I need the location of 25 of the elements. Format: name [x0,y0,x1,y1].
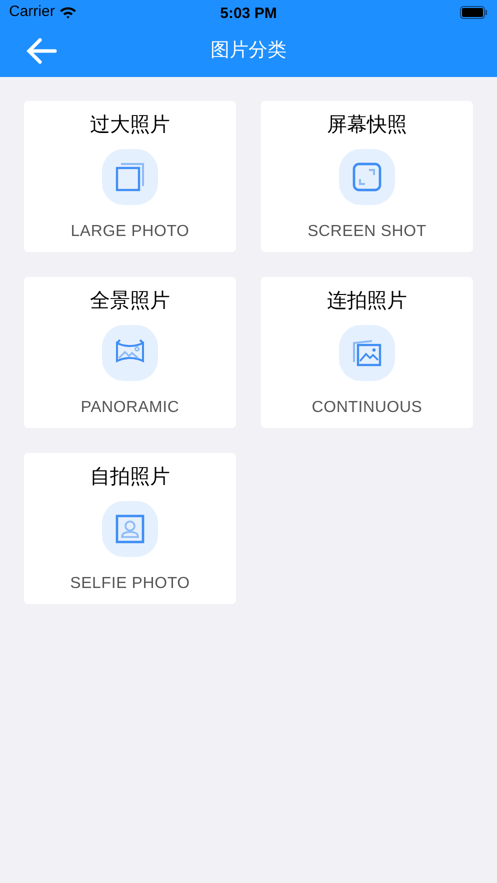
category-card[interactable]: 全景照片 PANORAMIC [24,277,236,428]
nav-title: 图片分类 [210,38,286,63]
category-subtitle: SELFIE PHOTO [70,574,190,594]
back-arrow-icon [25,37,57,65]
category-title: 自拍照片 [90,465,170,490]
category-subtitle: LARGE PHOTO [70,222,190,242]
portrait-frame-icon [113,512,147,546]
category-title: 连拍照片 [327,289,407,314]
category-subtitle: SCREEN SHOT [308,222,426,242]
category-subtitle: CONTINUOUS [312,398,422,418]
category-title: 全景照片 [90,289,170,314]
status-time: 5:03 PM [220,4,277,24]
back-button[interactable] [24,36,58,66]
category-card[interactable]: 屏幕快照 SCREEN SHOT [261,101,473,252]
category-card[interactable]: 自拍照片 SELFIE PHOTO [24,453,236,604]
battery-icon [460,6,488,19]
category-title: 过大照片 [90,113,170,138]
category-subtitle: PANORAMIC [80,398,180,418]
stacked-squares-icon [113,160,147,194]
category-card[interactable]: 连拍照片 CONTINUOUS [261,277,473,428]
expand-frame-icon [350,160,384,194]
carrier-label: Carrier [9,2,55,22]
category-title: 屏幕快照 [327,113,407,138]
category-card[interactable]: 过大照片 LARGE PHOTO [24,101,236,252]
wifi-icon [58,6,77,19]
